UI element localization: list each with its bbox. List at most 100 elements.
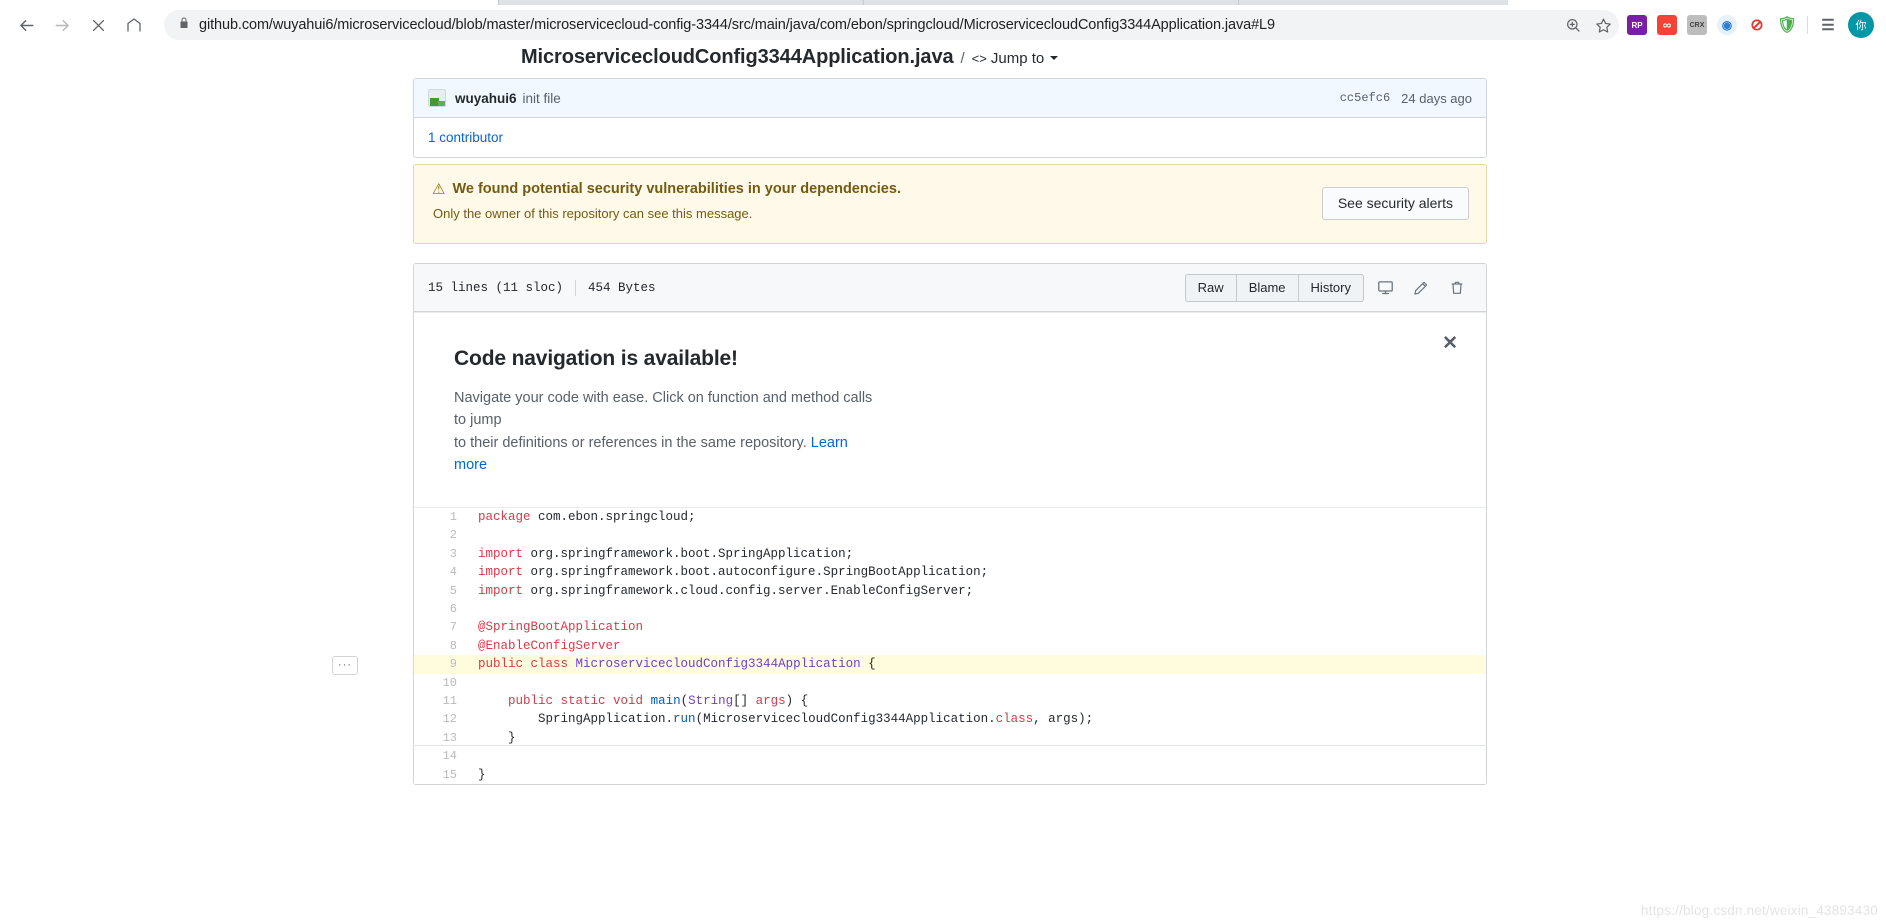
commit-author-avatar[interactable]: [428, 89, 446, 107]
line-number[interactable]: 7: [414, 618, 468, 636]
downloads-list-icon[interactable]: ☰: [1818, 15, 1838, 35]
line-number[interactable]: 10: [414, 674, 468, 692]
raw-button[interactable]: Raw: [1184, 273, 1237, 302]
bottom-divider: [413, 745, 1487, 746]
toolbar-divider: [1807, 16, 1808, 34]
code-brackets-icon: <>: [971, 51, 987, 66]
line-content: [468, 600, 1486, 618]
file-size-label: 454 Bytes: [588, 280, 656, 295]
line-number[interactable]: 4: [414, 563, 468, 581]
back-arrow-icon[interactable]: [8, 7, 44, 43]
star-icon[interactable]: [1591, 13, 1615, 37]
commit-row: wuyahui6 init file cc5efc6 24 days ago: [414, 79, 1486, 118]
page-body: microservicecloud-config-3344 / src / ma…: [0, 45, 1886, 922]
line-content: import org.springframework.boot.SpringAp…: [478, 546, 854, 561]
forward-arrow-icon[interactable]: [44, 7, 80, 43]
promo-top-divider: [414, 312, 1486, 313]
code-area: 1 package com.ebon.springcloud; 2 3 import …: [332, 507, 1486, 784]
jump-to-label: Jump to: [990, 50, 1045, 67]
security-alert-subtitle: Only the owner of this repository can se…: [433, 206, 753, 221]
promo-body: Navigate your code with ease. Click on f…: [454, 387, 884, 477]
code-line: 10: [414, 674, 1486, 692]
line-content: public class MicroservicecloudConfig3344…: [468, 655, 1486, 674]
line-content: @SpringBootApplication: [478, 620, 644, 635]
code-line: 7 @SpringBootApplication: [414, 618, 1486, 636]
code-line: 9 public class MicroservicecloudConfig334…: [414, 655, 1486, 674]
warning-triangle-icon: ⚠: [432, 180, 446, 198]
file-title-row: MicroservicecloudConfig3344Application.j…: [521, 46, 1059, 69]
commit-meta: cc5efc6 24 days ago: [1340, 91, 1472, 106]
page-title: MicroservicecloudConfig3344Application.j…: [521, 46, 954, 68]
shield-extension-icon[interactable]: 🛡: [1777, 15, 1797, 35]
security-alert-title: We found potential security vulnerabilit…: [452, 181, 901, 197]
extension-icons: RP ∞ CRX ◉ ⊘ 🛡 ☰: [1627, 15, 1848, 35]
code-line: 3 import org.springframework.boot.SpringA…: [414, 545, 1486, 563]
promo-body-line1: Navigate your code with ease. Click on f…: [454, 390, 873, 429]
commit-message[interactable]: init file: [523, 91, 561, 106]
title-separator: /: [960, 50, 965, 67]
code-line: 4 import org.springframework.boot.autocon…: [414, 563, 1486, 581]
line-number[interactable]: 8: [414, 637, 468, 655]
commit-author-name[interactable]: wuyahui6: [455, 91, 517, 106]
zoom-in-icon[interactable]: [1561, 13, 1585, 37]
rp-extension-icon[interactable]: RP: [1627, 15, 1647, 35]
line-number[interactable]: 3: [414, 545, 468, 563]
crx-extension-icon[interactable]: CRX: [1687, 15, 1707, 35]
latest-commit-box: wuyahui6 init file cc5efc6 24 days ago 1…: [413, 78, 1487, 158]
code-line: 5 import org.springframework.cloud.config…: [414, 582, 1486, 600]
pencil-icon[interactable]: [1406, 274, 1436, 302]
line-content: SpringApplication.run(MicroservicecloudC…: [478, 712, 1094, 727]
line-content: public static void main(String[] args) {: [508, 693, 809, 708]
line-number[interactable]: 15: [414, 766, 468, 784]
code-line: 6: [414, 600, 1486, 618]
chevron-down-icon: [1050, 56, 1059, 60]
close-icon[interactable]: ✕: [1442, 334, 1458, 353]
trash-icon[interactable]: [1442, 274, 1472, 302]
code-line: 1 package com.ebon.springcloud;: [414, 508, 1486, 526]
line-content: @EnableConfigServer: [478, 638, 621, 653]
line-number[interactable]: 12: [414, 710, 468, 728]
line-count-label: 15 lines (11 sloc): [428, 280, 564, 295]
line-number[interactable]: 6: [414, 600, 468, 618]
line-number[interactable]: 1: [414, 508, 468, 526]
contributors-link[interactable]: 1 contributor: [428, 130, 503, 145]
avatar[interactable]: 你: [1848, 12, 1874, 38]
address-bar[interactable]: github.com/wuyahui6/microservicecloud/bl…: [164, 10, 1619, 40]
adblock-extension-icon[interactable]: ⊘: [1747, 15, 1767, 35]
code-line: 8 @EnableConfigServer: [414, 637, 1486, 655]
code-line: 2: [414, 526, 1486, 544]
line-number[interactable]: 11: [414, 692, 468, 710]
line-number[interactable]: 9: [414, 655, 468, 674]
lock-icon: [178, 16, 190, 34]
blob-stats: 15 lines (11 sloc) 454 Bytes: [428, 279, 656, 296]
home-icon[interactable]: [116, 7, 152, 43]
line-content: [468, 747, 1486, 765]
code-navigation-promo: Code navigation is available! Navigate y…: [414, 312, 1486, 508]
omnibox-actions: [1561, 10, 1615, 40]
commit-timestamp: 24 days ago: [1401, 90, 1472, 106]
opera-extension-icon[interactable]: ◉: [1717, 15, 1737, 35]
line-content: import org.springframework.boot.autoconf…: [478, 565, 989, 580]
code-line: 11 public static void main(String[] args…: [414, 692, 1486, 710]
line-number[interactable]: 2: [414, 526, 468, 544]
jump-to-button[interactable]: <> Jump to: [972, 50, 1059, 67]
line-content: [468, 526, 1486, 544]
commit-sha[interactable]: cc5efc6: [1340, 91, 1390, 105]
line-content: [468, 674, 1486, 692]
line-content: }: [478, 767, 486, 782]
code-line: 14: [414, 747, 1486, 765]
desktop-icon[interactable]: [1370, 274, 1400, 302]
code-nav-ellipsis-button[interactable]: ···: [332, 655, 358, 675]
line-number[interactable]: 14: [414, 747, 468, 765]
infinity-extension-icon[interactable]: ∞: [1657, 15, 1677, 35]
blob-header: 15 lines (11 sloc) 454 Bytes Raw Blame H…: [414, 264, 1486, 312]
stop-loading-icon[interactable]: [80, 7, 116, 43]
code-table: 1 package com.ebon.springcloud; 2 3 import …: [414, 508, 1486, 784]
line-content: package com.ebon.springcloud;: [478, 509, 696, 524]
code-line: 12 SpringApplication.run(Microserviceclo…: [414, 710, 1486, 728]
see-security-alerts-button[interactable]: See security alerts: [1321, 187, 1469, 221]
stat-divider: [575, 279, 577, 296]
history-button[interactable]: History: [1298, 273, 1364, 302]
blame-button[interactable]: Blame: [1236, 273, 1299, 302]
line-number[interactable]: 5: [414, 582, 468, 600]
